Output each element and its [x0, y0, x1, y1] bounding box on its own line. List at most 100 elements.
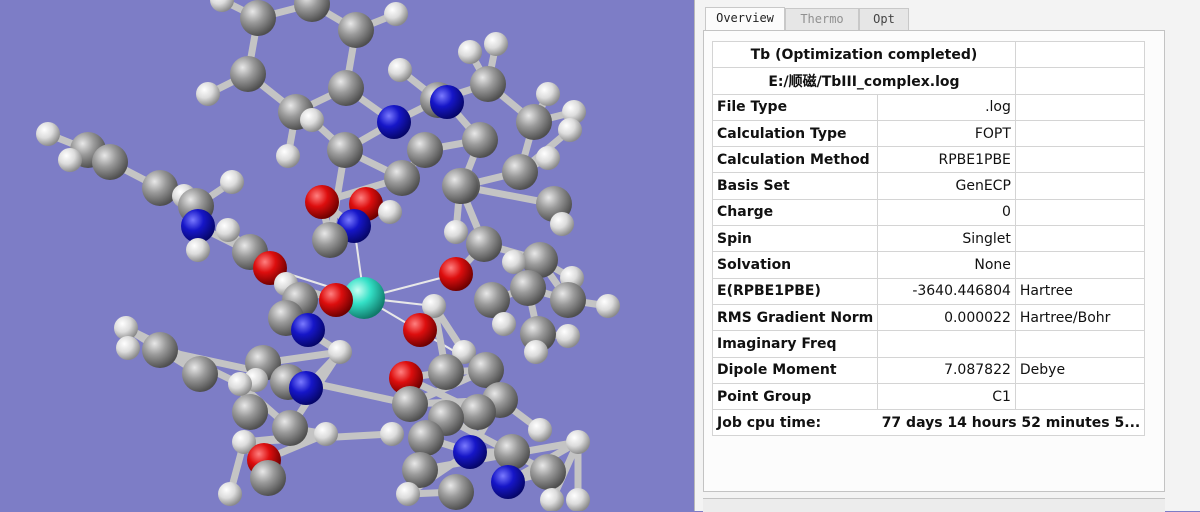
- row-label: Spin: [711, 225, 879, 253]
- row-label: Imaginary Freq: [711, 330, 879, 358]
- nitrogen-atom: [491, 465, 525, 499]
- table-row: Calculation Method RPBE1PBE: [711, 146, 1146, 174]
- carbon-atom: [470, 66, 506, 102]
- hydrogen-atom: [550, 212, 574, 236]
- tab-opt[interactable]: Opt: [859, 8, 909, 30]
- carbon-atom: [328, 70, 364, 106]
- row-label: Basis Set: [711, 172, 879, 200]
- hydrogen-atom: [220, 170, 244, 194]
- table-row: Imaginary Freq: [711, 330, 1146, 358]
- hydrogen-atom: [196, 82, 220, 106]
- nitrogen-atom: [430, 85, 464, 119]
- table-cell-empty: [1014, 67, 1146, 95]
- row-unit: [1014, 225, 1146, 253]
- row-label: File Type: [711, 93, 879, 121]
- nitrogen-atom: [453, 435, 487, 469]
- table-row: Calculation Type FOPT: [711, 119, 1146, 148]
- hydrogen-atom: [218, 482, 242, 506]
- row-unit: [1014, 172, 1146, 200]
- carbon-atom: [460, 394, 496, 430]
- table-row: Spin Singlet: [711, 225, 1146, 253]
- table-row: Point Group C1: [711, 382, 1146, 411]
- carbon-atom: [428, 354, 464, 390]
- table-row: Tb (Optimization completed): [712, 40, 1146, 69]
- row-label: RMS Gradient Norm: [711, 303, 879, 332]
- hydrogen-atom: [216, 218, 240, 242]
- row-unit: Debye: [1014, 356, 1146, 384]
- row-value: None: [877, 251, 1016, 279]
- row-unit: [1014, 330, 1146, 358]
- results-summary-panel: Overview Thermo Opt Tb (Optimization com…: [694, 0, 1200, 512]
- row-unit: [1014, 93, 1146, 121]
- carbon-atom: [272, 410, 308, 446]
- table-row: File Type .log: [711, 93, 1146, 121]
- hydrogen-atom: [328, 340, 352, 364]
- row-label: Calculation Type: [711, 119, 879, 148]
- oxygen-atom: [319, 283, 353, 317]
- carbon-atom: [312, 222, 348, 258]
- carbon-atom: [230, 56, 266, 92]
- carbon-atom: [510, 270, 546, 306]
- hydrogen-atom: [228, 372, 252, 396]
- cpu-time-label: Job cpu time:: [711, 409, 878, 437]
- nitrogen-atom: [291, 313, 325, 347]
- hydrogen-atom: [566, 430, 590, 454]
- row-value: .log: [877, 93, 1016, 121]
- nitrogen-atom: [377, 105, 411, 139]
- carbon-atom: [530, 454, 566, 490]
- hydrogen-atom: [378, 200, 402, 224]
- row-label: Calculation Method: [711, 146, 879, 174]
- tab-overview[interactable]: Overview: [705, 7, 785, 31]
- carbon-atom: [438, 474, 474, 510]
- oxygen-atom: [403, 313, 437, 347]
- hydrogen-atom: [210, 0, 234, 12]
- job-title: Tb (Optimization completed): [712, 40, 1016, 69]
- carbon-atom: [550, 282, 586, 318]
- hydrogen-atom: [558, 118, 582, 142]
- carbon-atom: [182, 356, 218, 392]
- row-unit: Hartree/Bohr: [1014, 303, 1146, 332]
- file-path: E:/顺磁/TbIII_complex.log: [712, 67, 1016, 95]
- carbon-atom: [232, 394, 268, 430]
- row-label: Point Group: [711, 382, 879, 411]
- hydrogen-atom: [36, 122, 60, 146]
- row-label: Charge: [711, 198, 879, 227]
- table-cell-empty: [1014, 40, 1146, 69]
- tab-thermo[interactable]: Thermo: [785, 8, 859, 30]
- row-value: 0: [877, 198, 1016, 227]
- hydrogen-atom: [492, 312, 516, 336]
- carbon-atom: [407, 132, 443, 168]
- oxygen-atom: [439, 257, 473, 291]
- row-value: C1: [877, 382, 1016, 411]
- row-value: 7.087822: [877, 356, 1016, 384]
- table-row: Solvation None: [711, 251, 1146, 279]
- carbon-atom: [466, 226, 502, 262]
- hydrogen-atom: [536, 146, 560, 170]
- carbon-atom: [250, 460, 286, 496]
- hydrogen-atom: [380, 422, 404, 446]
- hydrogen-atom: [596, 294, 620, 318]
- hydrogen-atom: [536, 82, 560, 106]
- hydrogen-atom: [528, 418, 552, 442]
- table-row: Job cpu time: 77 days 14 hours 52 minute…: [711, 409, 1146, 437]
- row-unit: [1014, 119, 1146, 148]
- hydrogen-atom: [458, 40, 482, 64]
- nitrogen-atom: [181, 209, 215, 243]
- row-value: Singlet: [877, 225, 1016, 253]
- row-unit: [1014, 198, 1146, 227]
- hydrogen-atom: [556, 324, 580, 348]
- carbon-atom: [408, 420, 444, 456]
- cpu-time-value: 77 days 14 hours 52 minutes 5...: [877, 409, 1146, 437]
- hydrogen-atom: [276, 144, 300, 168]
- row-unit: [1014, 382, 1146, 411]
- row-unit: [1014, 251, 1146, 279]
- oxygen-atom: [305, 185, 339, 219]
- carbon-atom: [392, 386, 428, 422]
- molecule-atoms: [36, 0, 620, 511]
- carbon-atom: [142, 332, 178, 368]
- hydrogen-atom: [314, 422, 338, 446]
- table-row: Basis Set GenECP: [711, 172, 1146, 200]
- carbon-atom: [516, 104, 552, 140]
- table-row: E:/顺磁/TbIII_complex.log: [712, 67, 1146, 95]
- row-value: RPBE1PBE: [877, 146, 1016, 174]
